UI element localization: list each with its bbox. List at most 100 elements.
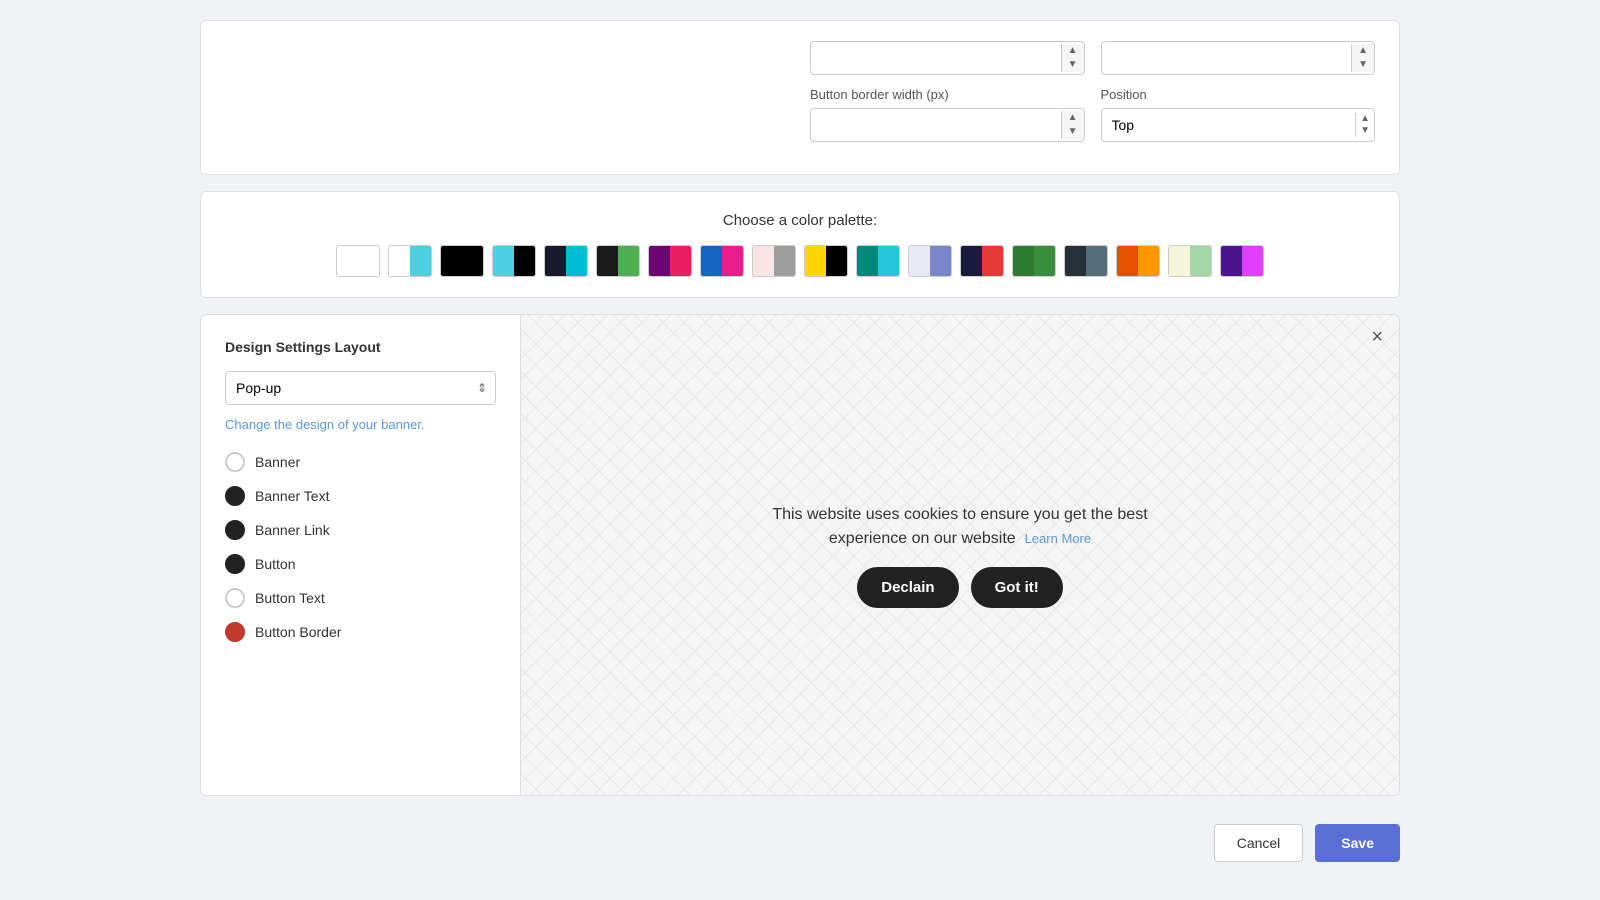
swatch-right-10: [878, 246, 899, 276]
radio-circle-banner-text: [225, 486, 245, 506]
swatch-right-16: [1190, 246, 1211, 276]
padding-row: 20px ▲ ▼ 20 ▲ ▼: [810, 41, 1375, 75]
padding-num-down[interactable]: ▼: [1352, 58, 1374, 72]
swatch-right-17: [1242, 246, 1263, 276]
padding-num-up[interactable]: ▲: [1352, 44, 1374, 58]
radio-item-button-text[interactable]: Button Text: [225, 588, 496, 608]
position-up-arrow: ▲: [1360, 113, 1370, 125]
close-button[interactable]: ×: [1371, 327, 1383, 347]
padding-input[interactable]: 20px: [811, 42, 1061, 74]
palette-swatch-17[interactable]: [1220, 245, 1264, 277]
radio-circle-button-text: [225, 588, 245, 608]
footer-bar: Cancel Save: [200, 812, 1400, 874]
padding-up-arrow[interactable]: ▲: [1062, 44, 1084, 58]
border-position-section: 20px ▲ ▼ 20 ▲ ▼: [810, 41, 1375, 154]
swatch-left-11: [909, 246, 930, 276]
swatch-left-6: [649, 246, 670, 276]
palette-swatch-8[interactable]: [752, 245, 796, 277]
swatch-left-1: [389, 246, 410, 276]
position-arrows: ▲ ▼: [1355, 113, 1374, 137]
radio-circle-button: [225, 554, 245, 574]
cookie-text-line2: experience on our website: [829, 530, 1016, 547]
border-width-down[interactable]: ▼: [1062, 125, 1084, 139]
palette-swatch-2[interactable]: [440, 245, 484, 277]
border-width-label: Button border width (px): [810, 87, 1085, 102]
radio-label-button-text: Button Text: [255, 590, 325, 606]
swatch-left-2: [441, 246, 462, 276]
swatch-right-2: [462, 246, 483, 276]
radio-item-button-border[interactable]: Button Border: [225, 622, 496, 642]
swatch-right-3: [514, 246, 535, 276]
palette-swatch-16[interactable]: [1168, 245, 1212, 277]
radio-item-button[interactable]: Button: [225, 554, 496, 574]
border-width-input[interactable]: 2: [811, 109, 1061, 141]
swatch-left-13: [1013, 246, 1034, 276]
palette-swatch-7[interactable]: [700, 245, 744, 277]
radio-circle-banner: [225, 452, 245, 472]
palette-swatch-9[interactable]: [804, 245, 848, 277]
radio-label-button-border: Button Border: [255, 624, 341, 640]
border-width-arrows: ▲ ▼: [1061, 111, 1084, 139]
swatch-left-14: [1065, 246, 1086, 276]
radio-group: Banner Banner Text Banner Link Button Bu…: [225, 452, 496, 642]
radio-item-banner-text[interactable]: Banner Text: [225, 486, 496, 506]
swatch-right-6: [670, 246, 691, 276]
swatch-left-17: [1221, 246, 1242, 276]
padding-num-wrapper: 20 ▲ ▼: [1101, 41, 1376, 75]
radio-circle-button-border: [225, 622, 245, 642]
swatch-right-5: [618, 246, 639, 276]
swatch-left-10: [857, 246, 878, 276]
palette-swatch-5[interactable]: [596, 245, 640, 277]
padding-num-arrows: ▲ ▼: [1351, 44, 1374, 72]
radio-circle-banner-link: [225, 520, 245, 540]
swatch-left-16: [1169, 246, 1190, 276]
cancel-button[interactable]: Cancel: [1214, 824, 1304, 862]
decline-button[interactable]: Declain: [857, 567, 958, 608]
position-label: Position: [1101, 87, 1376, 102]
layout-select[interactable]: Pop-up Banner Notification: [226, 372, 469, 404]
palette-swatch-0[interactable]: [336, 245, 380, 277]
palette-card: Choose a color palette:: [200, 191, 1400, 298]
swatch-left-9: [805, 246, 826, 276]
preview-panel: × This website uses cookies to ensure yo…: [521, 315, 1399, 795]
learn-more-link[interactable]: Learn More: [1025, 531, 1091, 546]
palette-swatches: [225, 245, 1375, 277]
border-width-up[interactable]: ▲: [1062, 111, 1084, 125]
swatch-left-12: [961, 246, 982, 276]
palette-swatch-6[interactable]: [648, 245, 692, 277]
padding-input-wrapper: 20px ▲ ▼: [810, 41, 1085, 75]
position-select[interactable]: Top Bottom Left Right: [1102, 109, 1356, 141]
palette-swatch-4[interactable]: [544, 245, 588, 277]
palette-swatch-11[interactable]: [908, 245, 952, 277]
border-width-wrapper: 2 ▲ ▼: [810, 108, 1085, 142]
palette-swatch-12[interactable]: [960, 245, 1004, 277]
padding-arrows: ▲ ▼: [1061, 44, 1084, 72]
radio-label-banner: Banner: [255, 454, 300, 470]
swatch-right-0: [358, 246, 379, 276]
padding-num-input[interactable]: 20: [1102, 42, 1352, 74]
design-desc: Change the design of your banner.: [225, 417, 496, 432]
palette-swatch-13[interactable]: [1012, 245, 1056, 277]
position-down-arrow: ▼: [1360, 125, 1370, 137]
palette-swatch-1[interactable]: [388, 245, 432, 277]
position-group: Position Top Bottom Left Right ▲ ▼: [1101, 87, 1376, 142]
swatch-right-12: [982, 246, 1003, 276]
swatch-left-7: [701, 246, 722, 276]
palette-swatch-15[interactable]: [1116, 245, 1160, 277]
design-panel-title: Design Settings Layout: [225, 339, 496, 355]
cookie-buttons: Declain Got it!: [772, 567, 1147, 608]
radio-label-banner-text: Banner Text: [255, 488, 329, 504]
radio-item-banner-link[interactable]: Banner Link: [225, 520, 496, 540]
save-button[interactable]: Save: [1315, 824, 1400, 862]
settings-card-top: 20px ▲ ▼ 20 ▲ ▼: [200, 20, 1400, 175]
palette-swatch-3[interactable]: [492, 245, 536, 277]
palette-title: Choose a color palette:: [225, 212, 1375, 229]
palette-swatch-10[interactable]: [856, 245, 900, 277]
palette-swatch-14[interactable]: [1064, 245, 1108, 277]
swatch-right-9: [826, 246, 847, 276]
padding-down-arrow[interactable]: ▼: [1062, 58, 1084, 72]
swatch-left-8: [753, 246, 774, 276]
gotit-button[interactable]: Got it!: [971, 567, 1063, 608]
radio-label-button: Button: [255, 556, 295, 572]
radio-item-banner[interactable]: Banner: [225, 452, 496, 472]
